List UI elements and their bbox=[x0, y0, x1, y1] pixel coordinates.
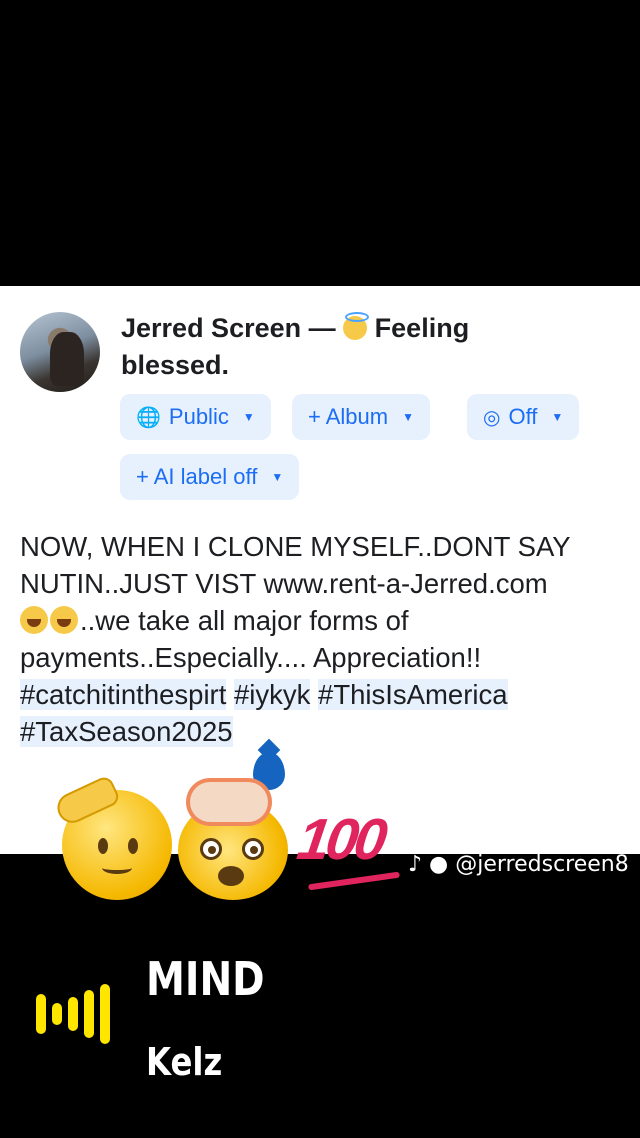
hashtag[interactable]: #iykyk bbox=[234, 679, 311, 710]
rolling-laughing-emoji-icon bbox=[50, 606, 78, 634]
hundred-underline bbox=[308, 871, 400, 891]
post-body: NOW, WHEN I CLONE MYSELF..DONT SAY NUTIN… bbox=[20, 528, 620, 750]
instagram-icon: ◎ bbox=[483, 406, 501, 429]
instagram-off-chip[interactable]: ◎ Off ▼ bbox=[467, 394, 580, 440]
author-name[interactable]: Jerred Screen bbox=[121, 313, 301, 343]
tiktok-watermark: ♪ ● @jerredscreen8 bbox=[408, 852, 629, 877]
chevron-down-icon: ▼ bbox=[271, 470, 284, 484]
music-visualizer-icon bbox=[36, 982, 110, 1046]
separator: — bbox=[308, 313, 336, 343]
hashtag[interactable]: #TaxSeason2025 bbox=[20, 716, 233, 747]
top-black-area bbox=[0, 0, 640, 286]
post-header: Jerred Screen — Feeling blessed. bbox=[121, 310, 521, 384]
hashtag[interactable]: #ThisIsAmerica bbox=[318, 679, 508, 710]
hashtag[interactable]: #catchitinthespirt bbox=[20, 679, 227, 710]
saluting-face-sticker-icon bbox=[52, 774, 172, 900]
rolling-laughing-emoji-icon bbox=[20, 606, 48, 634]
song-title: MIND bbox=[146, 952, 265, 1006]
post-text-line1: NOW, WHEN I CLONE MYSELF..DONT SAY NUTIN… bbox=[20, 531, 571, 599]
user-icon: ● bbox=[429, 852, 449, 877]
chevron-down-icon: ▼ bbox=[402, 410, 414, 424]
chevron-down-icon: ▼ bbox=[551, 410, 564, 424]
audience-public-chip[interactable]: 🌐 Public ▼ bbox=[120, 394, 271, 440]
exploding-head-sticker-icon bbox=[178, 782, 288, 900]
album-chip[interactable]: + Album ▼ bbox=[292, 394, 430, 440]
song-artist: Kelz bbox=[146, 1040, 223, 1084]
post-text-line2: ..we take all major forms of payments..E… bbox=[20, 605, 482, 673]
avatar[interactable] bbox=[20, 312, 100, 392]
halo-emoji-icon bbox=[343, 312, 370, 340]
chip-label: Off bbox=[508, 404, 538, 429]
tiktok-icon: ♪ bbox=[408, 852, 423, 877]
chip-label: Public bbox=[168, 404, 229, 429]
globe-icon: 🌐 bbox=[136, 406, 161, 429]
tiktok-handle: @jerredscreen8 bbox=[455, 852, 629, 877]
ai-label-chip[interactable]: + AI label off ▼ bbox=[120, 454, 300, 500]
hundred-points-sticker-icon: 100 bbox=[293, 807, 388, 872]
chevron-down-icon: ▼ bbox=[242, 410, 255, 424]
chip-label: + AI label off bbox=[136, 464, 258, 489]
chip-label: + Album bbox=[308, 404, 389, 429]
